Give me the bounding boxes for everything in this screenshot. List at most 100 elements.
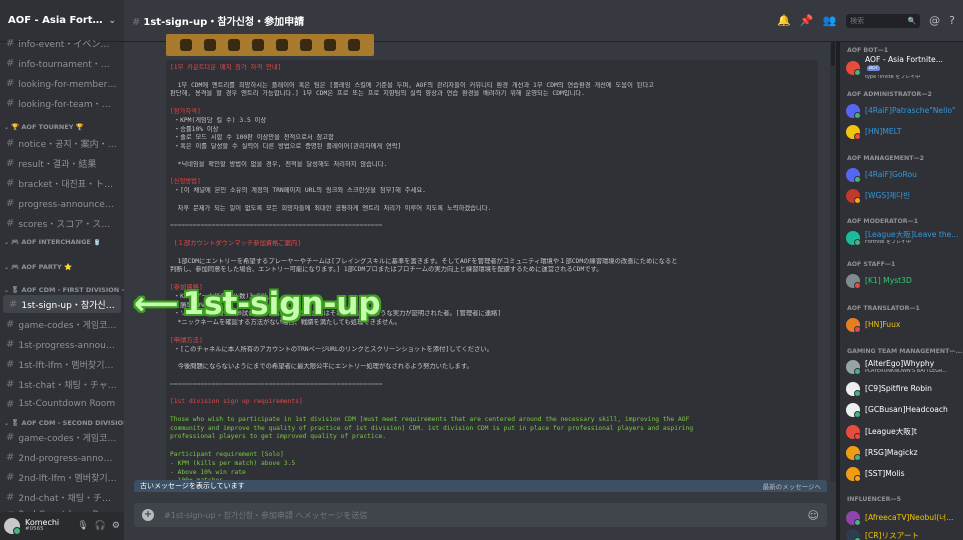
message-line: ・승률10% 이상 xyxy=(170,125,219,133)
member-item[interactable]: [RSG]Magickz xyxy=(846,443,961,463)
channel-item[interactable]: #info-tournament・トーナメ... xyxy=(0,54,124,72)
channel-item[interactable]: #game-codes・게임코드・... xyxy=(0,315,124,333)
message-line xyxy=(170,196,814,205)
channel-item[interactable]: #looking-for-member・멤버... xyxy=(0,74,124,92)
message-line xyxy=(170,354,814,363)
channel-item[interactable]: #game-codes・게임코드・... xyxy=(0,428,124,446)
member-item[interactable]: [HN]MELT xyxy=(846,122,961,142)
hash-icon: # xyxy=(6,378,15,390)
channel-item-active[interactable]: #1st-sign-up・참가신청... xyxy=(3,295,121,313)
message-line: ========================================… xyxy=(170,222,383,230)
member-item[interactable]: [4RaiF]Patrasche"Nello" xyxy=(846,101,961,121)
channel-category[interactable]: ⌄ 🏆 AOF TOURNEY 🏆 xyxy=(0,120,124,134)
channel-label: game-codes・게임코드・... xyxy=(18,433,118,444)
channel-item[interactable]: #info-event・イベント情報・... xyxy=(0,34,124,52)
member-item[interactable]: [4RaiF]GoRou xyxy=(846,165,961,185)
microphone-icon[interactable]: 🎙 xyxy=(77,521,88,531)
message-line xyxy=(170,231,814,240)
pin-icon[interactable]: 📌 xyxy=(800,14,814,27)
channel-category[interactable]: ⌄ 🎮 AOF PARTY ⭐ xyxy=(0,260,124,274)
hash-icon: # xyxy=(6,37,15,49)
avatar xyxy=(846,467,861,482)
message-line: 차후 문제가 되는 일이 없도록 모든 희망자들에 최대한 공평하게 엔트리 처… xyxy=(170,204,492,212)
message-line: *닉네임을 확인할 방법이 없을 경우, 전적을 달성해도 처리하지 않습니다. xyxy=(170,160,388,168)
channel-item[interactable]: #2nd-chat・채팅・チャッ... xyxy=(0,488,124,506)
member-list: AOF BOT—1 AOF - Asia Fortnite... BOT type !… xyxy=(840,42,963,540)
channel-item[interactable]: # result・결과・結果 xyxy=(0,154,124,172)
channel-item[interactable]: #1st-chat・채팅・チャット xyxy=(0,375,124,393)
message-input[interactable]: + #1st-sign-up・참가신청・参加申請 へメッセージを送信 ☺ xyxy=(134,503,827,527)
hash-icon: # xyxy=(6,57,15,69)
hash-icon: # xyxy=(6,338,15,350)
member-item[interactable]: [GCBusan]Headcoach xyxy=(846,400,961,420)
member-activity: PLAYERUNKNOWN'S BATTLEGR... xyxy=(865,368,948,374)
member-item[interactable]: [SST]Molis xyxy=(846,464,961,484)
chevron-down-icon: ⌄ xyxy=(4,123,10,131)
scrollbar[interactable] xyxy=(830,42,836,482)
channel-label: 1st-chat・채팅・チャット xyxy=(18,380,118,391)
hash-icon: # xyxy=(6,491,15,503)
channel-item[interactable]: #2nd-progress-announce・... xyxy=(0,448,124,466)
hash-icon: # xyxy=(9,298,18,310)
channel-item[interactable]: #1st-progress-announce・... xyxy=(0,335,124,353)
channel-item[interactable]: #bracket・대진표・トーナ... xyxy=(0,174,124,192)
channel-label: 2nd-progress-announce・... xyxy=(18,453,118,464)
hash-icon: # xyxy=(132,17,141,28)
member-item[interactable]: [K1] Myst3D xyxy=(846,271,961,291)
annotation-callout: ⟵ 1st-sign-up xyxy=(134,286,381,322)
emoji-icon[interactable]: ☺ xyxy=(808,509,819,522)
member-item[interactable]: [League大阪]Leave the... Fortnite をプレイ中 xyxy=(846,228,961,248)
avatar[interactable] xyxy=(4,518,21,535)
member-item[interactable]: [C9]Spitfire Robin xyxy=(846,379,961,399)
member-item[interactable]: [AfreecaTV]Neobul(너... xyxy=(846,508,961,528)
member-item[interactable]: [WGS]제다빈 xyxy=(846,186,961,206)
gear-icon[interactable]: ⚙ xyxy=(112,521,120,531)
avatar xyxy=(846,382,861,397)
member-category: AOF STAFF—1 xyxy=(847,261,896,268)
jump-to-present-button[interactable]: 最新のメッセージへ xyxy=(763,481,821,491)
message-line: ・솔로 모드 시합 수 100판 이상만을 전적으로서 참고함 xyxy=(170,134,334,142)
older-messages-bar[interactable]: 古いメッセージを表示しています 最新のメッセージへ xyxy=(134,480,827,492)
plus-icon[interactable]: + xyxy=(142,509,154,521)
avatar xyxy=(846,274,861,289)
channel-item[interactable]: #1st-lft-lfm・멤버찾기・メ... xyxy=(0,355,124,373)
avatar xyxy=(846,231,861,246)
message-line: [참가자격] xyxy=(170,107,201,115)
channel-item[interactable]: # scores・スコア・スコア xyxy=(0,214,124,232)
members-icon[interactable]: 👥 xyxy=(822,14,836,27)
channel-label: 2nd-lft-lfm・멤버찾기・... xyxy=(18,473,118,484)
member-name: [CR]リスアート xyxy=(865,532,920,540)
message-line: ・KPM(게임당 킬 수) 3.5 이상 xyxy=(170,116,267,124)
channel-item[interactable]: #1st-Countdown Room xyxy=(0,395,124,413)
member-name: [AfreecaTV]Neobul(너... xyxy=(865,514,954,522)
message-line: 判断し、参加同意をした場合、エントリー可能になります。] 1部CDMプロまたはプ… xyxy=(170,266,603,274)
member-item[interactable]: [AlterEgo]Whyphy PLAYERUNKNOWN'S BATTLEGR… xyxy=(846,357,961,377)
category-label: 🎮 AOF PARTY ⭐ xyxy=(11,263,73,271)
help-icon[interactable]: ? xyxy=(949,14,955,27)
message-line: [신청방법] xyxy=(170,178,201,186)
channel-item[interactable]: #2nd-lft-lfm・멤버찾기・... xyxy=(0,468,124,486)
guild-name: AOF - Asia Fortnite Comm... xyxy=(8,15,108,26)
channel-item[interactable]: #looking-for-team・팀찾기... xyxy=(0,94,124,112)
member-item[interactable]: [CR]リスアート xyxy=(846,526,961,540)
member-activity: Fortnite をプレイ中 xyxy=(865,239,911,245)
channel-label: 1st-lft-lfm・멤버찾기・メ... xyxy=(18,360,118,371)
search-input[interactable]: 検索 🔍 xyxy=(846,13,921,28)
member-item[interactable]: [League大阪]t xyxy=(846,422,961,442)
channel-item[interactable]: # notice・공지・案内・公告 xyxy=(0,134,124,152)
headphones-icon[interactable]: 🎧 xyxy=(95,521,106,531)
member-name: AOF - Asia Fortnite... xyxy=(865,55,943,64)
member-item[interactable]: AOF - Asia Fortnite... BOT type !invite をプ… xyxy=(846,55,961,80)
message-line: [1부 카운트다운 매치 참가 자격 안내] xyxy=(170,64,282,71)
channel-category[interactable]: ⌄ 🎮 AOF INTERCHANGE 🥤 xyxy=(0,235,124,249)
avatar xyxy=(846,425,861,440)
channel-label: game-codes・게임코드・... xyxy=(18,320,118,331)
channel-label: info-event・イベント情報・... xyxy=(18,39,118,50)
chevron-down-icon: ⌄ xyxy=(4,419,10,427)
bell-icon[interactable]: 🔔 xyxy=(777,14,791,27)
channel-item[interactable]: #progress-announce・진행... xyxy=(0,194,124,212)
channel-label: 1st-sign-up・참가신청... xyxy=(21,300,115,311)
member-item[interactable]: [HN]Fuux xyxy=(846,315,961,335)
mention-icon[interactable]: @ xyxy=(929,14,940,27)
search-icon: 🔍 xyxy=(907,16,917,25)
